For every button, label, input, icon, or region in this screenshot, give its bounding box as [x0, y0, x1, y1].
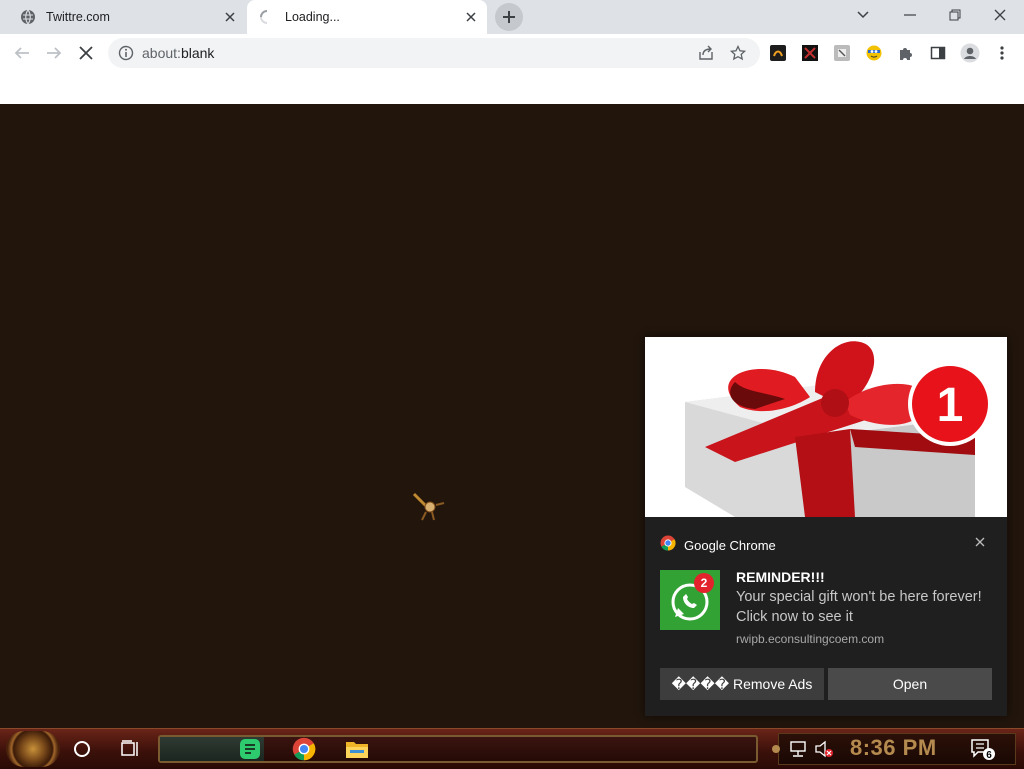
cursor-icon: [412, 492, 446, 529]
notification-app-name: Google Chrome: [684, 538, 776, 553]
info-icon[interactable]: [118, 45, 134, 66]
chevron-down-icon: [857, 11, 869, 19]
file-explorer-icon[interactable]: [343, 735, 371, 763]
task-view-icon[interactable]: [116, 735, 144, 763]
close-icon: [994, 9, 1006, 21]
notification-count-badge: 2: [694, 573, 714, 593]
tab-loading[interactable]: Loading...: [247, 0, 487, 34]
extension-icon-4[interactable]: [864, 43, 884, 63]
extension-icon-1[interactable]: [768, 43, 788, 63]
notification-source: rwipb.econsultingcoem.com: [736, 632, 885, 646]
notification-title: REMINDER!!!: [736, 569, 825, 585]
restore-icon: [949, 9, 961, 21]
forward-button[interactable]: [40, 39, 68, 67]
bookmark-star-icon[interactable]: [728, 43, 748, 63]
extension-icon-3[interactable]: [832, 43, 852, 63]
whatsapp-icon: 2: [660, 570, 720, 630]
tab-strip: Twittre.com Loading...: [0, 0, 1024, 34]
globe-icon: [20, 9, 36, 25]
chrome-taskbar-icon[interactable]: [290, 735, 318, 763]
notes-app-icon[interactable]: [236, 735, 264, 763]
arrow-left-icon: [14, 47, 29, 59]
chrome-notification[interactable]: 1 Google Chrome 2 REMINDER!!! Your speci…: [645, 337, 1007, 716]
volume-muted-icon[interactable]: [810, 735, 838, 763]
remove-ads-button[interactable]: ���� Remove Ads: [660, 668, 824, 700]
stop-icon: [79, 46, 93, 60]
close-icon[interactable]: [461, 7, 481, 27]
tab-search-button[interactable]: [841, 0, 885, 30]
action-center-count: 6: [986, 750, 992, 761]
back-button[interactable]: [8, 39, 36, 67]
tab-title: Twittre.com: [46, 10, 110, 24]
extension-icon-2[interactable]: [800, 43, 820, 63]
network-icon[interactable]: [784, 735, 812, 763]
taskbar-clock[interactable]: 8:36 PM: [850, 735, 937, 761]
notification-body: Your special gift won't be here forever!…: [736, 589, 982, 625]
close-icon[interactable]: [971, 533, 989, 551]
open-button[interactable]: Open: [828, 668, 992, 700]
cortana-circle-icon[interactable]: [68, 735, 96, 763]
browser-toolbar: about:blank: [0, 34, 1024, 72]
address-path: blank: [180, 45, 215, 61]
restore-button[interactable]: [933, 0, 977, 30]
gift-image[interactable]: 1: [645, 337, 1007, 517]
arrow-right-icon: [47, 47, 62, 59]
close-icon[interactable]: [220, 7, 240, 27]
tab-title: Loading...: [285, 10, 340, 24]
share-icon[interactable]: [696, 43, 716, 63]
new-tab-button[interactable]: [495, 3, 523, 31]
address-bar[interactable]: about:blank: [108, 38, 760, 68]
plus-icon: [503, 11, 515, 23]
stop-button[interactable]: [72, 39, 100, 67]
page-top-strip: [0, 72, 1024, 105]
address-scheme: about:: [142, 45, 181, 61]
hero-badge-number: 1: [937, 379, 964, 432]
chrome-logo-icon: [660, 535, 676, 556]
tab-twittre[interactable]: Twittre.com: [8, 0, 246, 34]
minimize-icon: [904, 14, 916, 16]
taskbar: 8:36 PM 6: [0, 728, 1024, 769]
address-text[interactable]: about:blank: [142, 45, 214, 61]
menu-icon[interactable]: [992, 43, 1012, 63]
start-button[interactable]: [6, 731, 60, 767]
close-window-button[interactable]: [978, 0, 1022, 30]
minimize-button[interactable]: [888, 0, 932, 30]
puzzle-icon[interactable]: [896, 43, 916, 63]
spinner-icon: [259, 9, 275, 25]
profile-icon[interactable]: [960, 43, 980, 63]
action-center-icon[interactable]: 6: [968, 735, 996, 763]
notification-header: Google Chrome: [660, 535, 776, 556]
side-panel-icon[interactable]: [928, 43, 948, 63]
